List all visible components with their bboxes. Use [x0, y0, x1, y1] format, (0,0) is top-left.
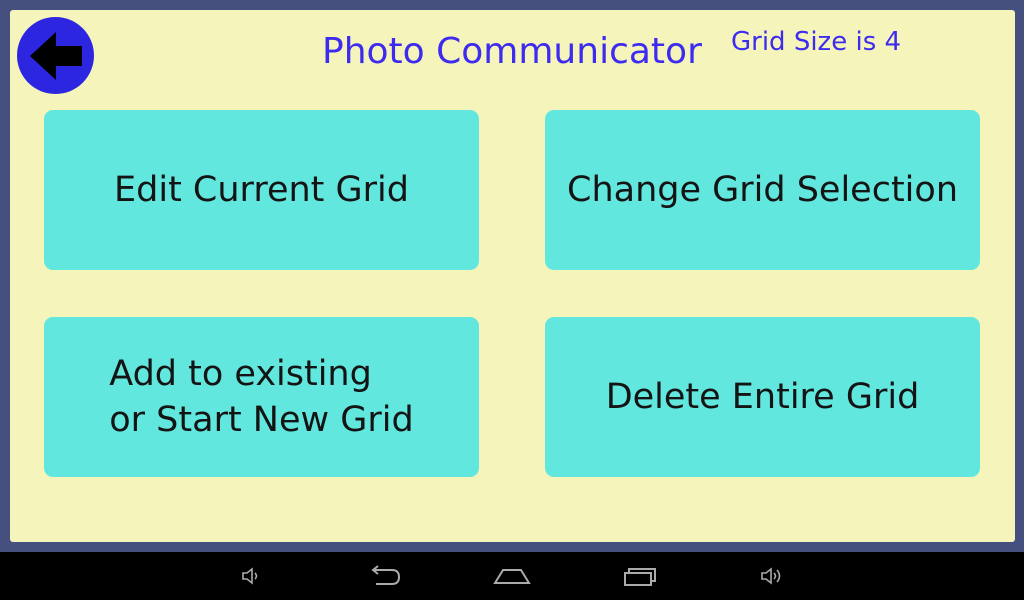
- add-or-start-new-grid-label: Add to existing or Start New Grid: [109, 351, 413, 443]
- add-or-start-new-grid-button[interactable]: Add to existing or Start New Grid: [44, 317, 479, 477]
- home-icon[interactable]: [493, 562, 531, 590]
- recent-apps-icon[interactable]: [622, 562, 658, 590]
- volume-up-icon[interactable]: [760, 562, 784, 590]
- add-label-line2: or Start New Grid: [109, 400, 414, 440]
- app-title: Photo Communicator: [322, 31, 702, 72]
- change-grid-selection-label: Change Grid Selection: [567, 170, 958, 210]
- edit-current-grid-label: Edit Current Grid: [114, 170, 409, 210]
- change-grid-selection-button[interactable]: Change Grid Selection: [545, 110, 980, 270]
- delete-entire-grid-button[interactable]: Delete Entire Grid: [545, 317, 980, 477]
- grid-size-label: Grid Size is 4: [731, 27, 902, 57]
- edit-current-grid-button[interactable]: Edit Current Grid: [44, 110, 479, 270]
- delete-entire-grid-label: Delete Entire Grid: [605, 377, 920, 417]
- add-label-line1: Add to existing: [109, 354, 372, 394]
- system-navigation-bar: [0, 552, 1024, 600]
- back-button[interactable]: [17, 17, 94, 94]
- arrow-left-icon: [29, 31, 82, 80]
- back-icon[interactable]: [366, 562, 402, 590]
- volume-down-icon[interactable]: [240, 562, 262, 590]
